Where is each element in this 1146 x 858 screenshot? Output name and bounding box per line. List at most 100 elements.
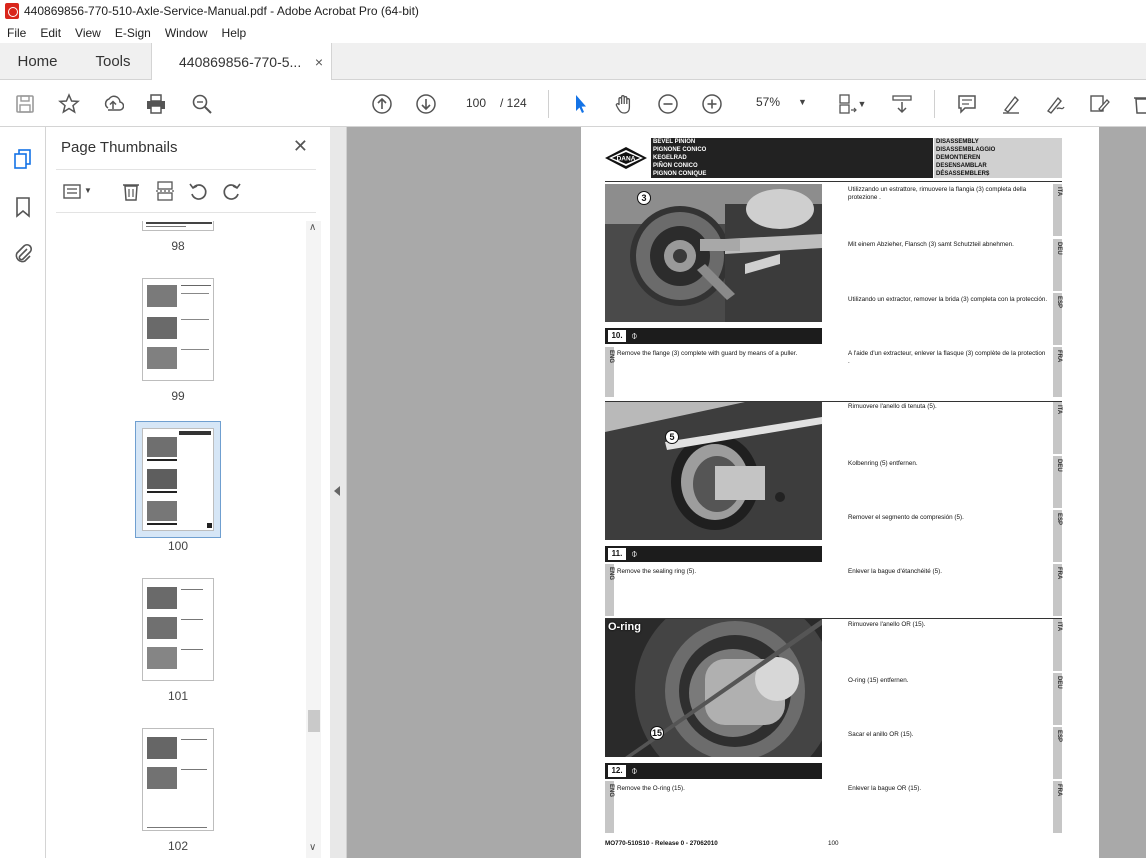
hand-tool-icon[interactable] — [612, 92, 636, 116]
page-number-input[interactable]: 100 — [459, 93, 493, 114]
page-thumbnail[interactable] — [142, 728, 214, 831]
zoom-in-icon[interactable] — [700, 92, 724, 116]
step11-text-deu: Kolbenring (5) entfernen. — [848, 460, 918, 467]
acrobat-pdf-icon — [5, 3, 19, 19]
page-thumbnail-selected[interactable] — [142, 428, 214, 531]
thumbnail-page-label: 101 — [167, 689, 189, 703]
delete-pages-icon[interactable] — [120, 180, 142, 202]
dana-logo: DANA — [604, 146, 648, 170]
highlight-pen-icon[interactable] — [999, 92, 1023, 116]
lang-tab-ita: ITA — [1053, 184, 1062, 236]
step-bar-12: 12. ⌽ — [605, 763, 822, 779]
page-thumbnails-icon[interactable] — [12, 148, 34, 170]
thumbnail-page-label: 99 — [171, 389, 185, 403]
sign-pen-icon[interactable] — [1043, 92, 1067, 116]
lang-tab-ita: ITA — [1053, 619, 1062, 671]
menu-esign[interactable]: E-Sign — [108, 26, 158, 40]
chevron-down-icon[interactable]: ▼ — [84, 180, 96, 202]
lang-tab-deu: DEU — [1053, 673, 1062, 725]
step12-text-eng: Remove the O-ring (15). — [617, 785, 685, 792]
bookmarks-icon[interactable] — [12, 196, 34, 218]
scroll-up-icon[interactable]: ∧ — [309, 222, 316, 233]
lang-tab-esp: ESP — [1053, 727, 1062, 779]
menu-edit[interactable]: Edit — [33, 26, 68, 40]
callout-15: 15 — [650, 726, 664, 740]
rotate-counterclockwise-icon[interactable] — [187, 180, 209, 202]
page-thumbnail[interactable] — [142, 278, 214, 381]
header-op-fra: DÉSASSEMBLER$ — [934, 170, 1062, 178]
thumbnails-scrollbar[interactable] — [306, 221, 321, 858]
lang-tab-fra: FRA — [1053, 347, 1062, 397]
title-bar: 440869856-770-510-Axle-Service-Manual.pd… — [0, 0, 1146, 22]
step-photo-o-ring — [605, 619, 822, 757]
extract-pages-icon[interactable] — [154, 180, 176, 202]
find-zoom-icon[interactable] — [190, 92, 214, 116]
tab-tools[interactable]: Tools — [75, 43, 151, 80]
chevron-down-icon[interactable]: ▼ — [798, 97, 807, 107]
step11-text-esp: Remover el segmento de compresión (5). — [848, 514, 964, 521]
scrolling-mode-icon[interactable] — [890, 92, 914, 116]
print-icon[interactable] — [144, 92, 168, 116]
thumbnail-page-label: 98 — [171, 239, 185, 253]
scroll-down-icon[interactable]: ∨ — [309, 842, 316, 853]
thumbnail-options-icon[interactable] — [62, 180, 84, 202]
rotate-clockwise-icon[interactable] — [221, 180, 243, 202]
page-thumbnail[interactable] — [142, 578, 214, 681]
step11-text-ita: Rimuovere l'anello di tenuta (5). — [848, 403, 937, 410]
bookmark-star-icon[interactable] — [57, 92, 81, 116]
header-op-esp: DESENSAMBLAR — [934, 162, 1062, 170]
comment-icon[interactable] — [955, 92, 979, 116]
next-page-icon[interactable] — [414, 92, 438, 116]
edit-pdf-icon[interactable] — [1087, 92, 1111, 116]
callout-3: 3 — [637, 191, 651, 205]
header-op-ita: DISASSEMBLAGGIO — [934, 146, 1062, 154]
scrollbar-thumb[interactable] — [308, 710, 320, 732]
menu-bar: File Edit View E-Sign Window Help — [0, 22, 1146, 43]
tab-document-label: 440869856-770-5... — [179, 54, 302, 70]
tab-document[interactable]: 440869856-770-5... × — [151, 43, 332, 81]
step-number: 10. — [608, 330, 626, 342]
collapse-panel-icon[interactable] — [334, 486, 340, 496]
callout-o-ring: O-ring — [608, 621, 641, 633]
header-title-deu: KEGELRAD — [651, 154, 933, 162]
page-footer-reference: MO770-510S10 - Release 0 - 27062010 — [605, 840, 718, 847]
menu-window[interactable]: Window — [158, 26, 215, 40]
chevron-down-icon[interactable]: ▼ — [856, 92, 868, 116]
tab-bar: Home Tools 440869856-770-5... × — [0, 43, 1146, 81]
step-photo-flange — [605, 184, 822, 322]
header-title-fra: PIGNON CONIQUE — [651, 170, 933, 178]
menu-view[interactable]: View — [68, 26, 108, 40]
disassembly-symbol-icon: ⌽ — [631, 330, 638, 342]
share-upload-icon[interactable] — [101, 92, 125, 116]
previous-page-icon[interactable] — [370, 92, 394, 116]
save-icon[interactable] — [13, 92, 37, 116]
select-cursor-icon[interactable] — [568, 92, 592, 116]
menu-file[interactable]: File — [0, 26, 33, 40]
step10-text-fra: A l'aide d'un extracteur, enlever la fla… — [848, 350, 1046, 365]
delete-icon[interactable] — [1130, 92, 1146, 116]
step-photo-sealing-ring — [605, 402, 822, 540]
close-panel-icon[interactable]: ✕ — [293, 136, 308, 157]
step-number: 12. — [608, 765, 626, 777]
disassembly-symbol-icon: ⌽ — [631, 548, 638, 560]
close-tab-icon[interactable]: × — [315, 54, 323, 70]
menu-help[interactable]: Help — [215, 26, 254, 40]
step-bar-10: 10. ⌽ — [605, 328, 822, 344]
attachments-paperclip-icon[interactable] — [12, 242, 34, 264]
zoom-out-icon[interactable] — [656, 92, 680, 116]
header-title-eng: BEVEL PINION — [651, 138, 933, 146]
step11-text-eng: Remove the sealing ring (5). — [617, 568, 697, 575]
lang-tab-fra: FRA — [1053, 564, 1062, 616]
step12-text-deu: O-ring (15) entfernen. — [848, 677, 909, 684]
page-thumbnail[interactable] — [142, 221, 214, 231]
page-footer-number: 100 — [828, 840, 839, 847]
window-title: 440869856-770-510-Axle-Service-Manual.pd… — [24, 4, 419, 18]
step10-text-deu: Mit einem Abzieher, Flansch (3) samt Sch… — [848, 241, 1014, 248]
step10-text-ita: Utilizzando un estrattore, rimuovere la … — [848, 186, 1027, 201]
header-title-esp: PIÑON CONICO — [651, 162, 933, 170]
section-divider — [605, 181, 1062, 182]
tab-home[interactable]: Home — [0, 43, 75, 80]
disassembly-symbol-icon: ⌽ — [631, 765, 638, 777]
step11-text-fra: Enlever la bague d'étanchéité (5). — [848, 568, 942, 575]
page-total: / 124 — [500, 96, 527, 110]
